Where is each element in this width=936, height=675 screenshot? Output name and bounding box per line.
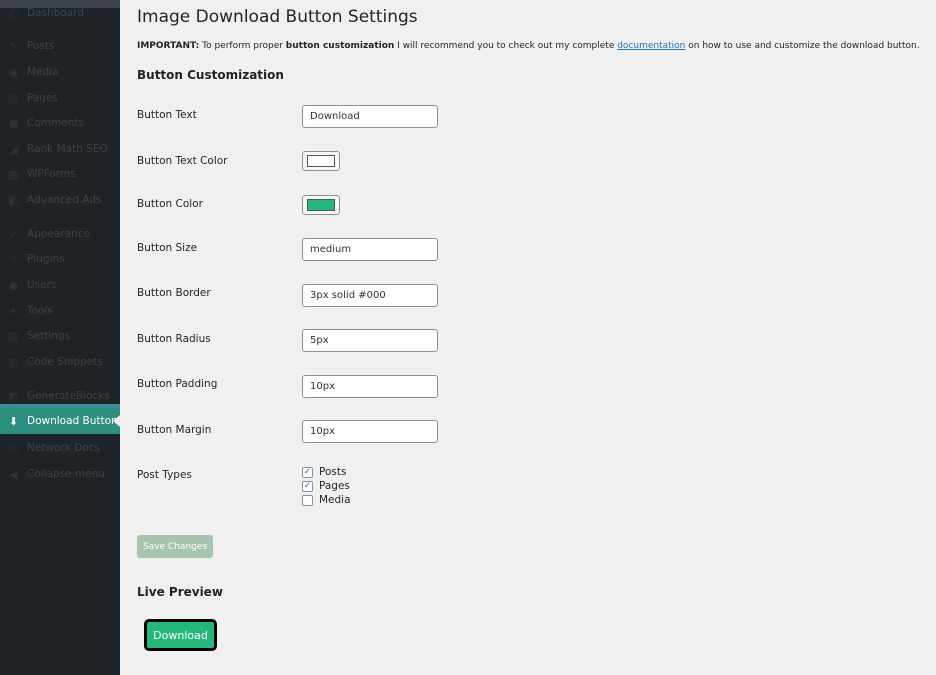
button-padding-input[interactable]: 10px	[302, 375, 438, 398]
sidebar-item-plugins[interactable]: ⚡ Plugins	[0, 246, 120, 272]
button-text-color-picker[interactable]	[302, 151, 340, 171]
text-color-swatch	[307, 155, 335, 167]
ads-icon: ◧	[8, 193, 19, 207]
button-border-input[interactable]: 3px solid #000	[302, 284, 438, 307]
label-button-radius: Button Radius	[137, 333, 211, 345]
sidebar-item-pages[interactable]: ▤ Pages	[0, 85, 120, 111]
sidebar-item-label: WPForms	[27, 168, 76, 180]
section-title-live-preview: Live Preview	[137, 585, 223, 599]
sidebar-item-label: GenerateBlocks	[27, 390, 110, 402]
sidebar-item-advanced-ads[interactable]: ◧ Advanced Ads	[0, 187, 120, 213]
pin-icon: ✎	[8, 39, 19, 53]
button-margin-input[interactable]: 10px	[302, 420, 438, 443]
settings-icon: ▥	[8, 329, 19, 343]
sidebar-item-label: Appearance	[27, 228, 91, 240]
plug-icon: ⚡	[9, 252, 18, 266]
sidebar-item-dashboard[interactable]: ◴ Dashboard	[0, 0, 120, 26]
download-icon: ⬇	[8, 414, 19, 428]
label-button-color: Button Color	[137, 198, 203, 210]
sidebar-item-tools[interactable]: ✦ Tools	[0, 298, 120, 324]
button-size-input[interactable]: medium	[302, 238, 438, 261]
sidebar-item-settings[interactable]: ▥ Settings	[0, 323, 120, 349]
save-changes-button[interactable]: Save Changes	[137, 535, 213, 558]
checkbox-media[interactable]	[302, 494, 313, 506]
sidebar-item-posts[interactable]: ✎ Posts	[0, 33, 120, 59]
sidebar-item-label: Download Button	[27, 415, 118, 427]
post-type-option[interactable]: Media	[302, 493, 351, 507]
button-color-picker[interactable]	[302, 195, 340, 215]
post-type-option[interactable]: ✓ Pages	[302, 479, 351, 493]
label-button-text-color: Button Text Color	[137, 155, 228, 167]
label-button-border: Button Border	[137, 287, 211, 299]
section-title-customization: Button Customization	[137, 68, 284, 82]
sidebar-item-users[interactable]: ● Users	[0, 272, 120, 298]
sidebar-item-wpforms[interactable]: ▦ WPForms	[0, 161, 120, 187]
users-icon: ●	[8, 278, 19, 292]
network-icon: ◎	[8, 441, 19, 455]
checkbox-label-pages: Pages	[319, 480, 350, 492]
label-button-text: Button Text	[137, 109, 197, 121]
active-menu-indicator	[0, 404, 120, 408]
button-radius-input[interactable]: 5px	[302, 329, 438, 352]
page-title: Image Download Button Settings	[137, 7, 418, 27]
sidebar-item-label: Dashboard	[27, 7, 84, 19]
sidebar-item-media[interactable]: ▣ Media	[0, 59, 120, 85]
sidebar-item-label: Posts	[27, 40, 55, 52]
sidebar-item-collapse-menu[interactable]: ◀ Collapse menu	[0, 461, 120, 487]
code-icon: ▨	[8, 355, 19, 369]
blocks-icon: ◩	[8, 389, 19, 403]
label-button-margin: Button Margin	[137, 424, 212, 436]
sidebar-item-label: Code Snippets	[27, 356, 103, 368]
sidebar-item-comments[interactable]: ◼ Comments	[0, 110, 120, 136]
checkbox-label-media: Media	[319, 494, 351, 506]
collapse-icon: ◀	[9, 467, 18, 481]
sidebar-item-label: Network Docs	[27, 442, 100, 454]
checkbox-label-posts: Posts	[319, 466, 347, 478]
sidebar-item-code-snippets[interactable]: ▨ Code Snippets	[0, 349, 120, 375]
sidebar-item-network-docs[interactable]: ◎ Network Docs	[0, 435, 120, 461]
sidebar-item-label: Settings	[27, 330, 71, 342]
checkbox-posts[interactable]: ✓	[302, 466, 313, 478]
sidebar-item-label: Advanced Ads	[27, 194, 102, 206]
button-text-input[interactable]: Download	[302, 105, 438, 128]
dashboard-icon: ◴	[8, 6, 19, 20]
media-icon: ▣	[8, 65, 19, 79]
label-button-size: Button Size	[137, 242, 198, 254]
forms-icon: ▦	[8, 167, 19, 181]
sidebar-item-label: Tools	[27, 305, 53, 317]
sidebar-item-label: Collapse menu	[27, 468, 105, 480]
sidebar-item-download-button[interactable]: ⬇ Download Button	[0, 408, 120, 434]
label-post-types: Post Types	[137, 469, 192, 481]
sidebar-item-rank-math-seo[interactable]: ◢ Rank Math SEO	[0, 136, 120, 162]
brush-icon: ✐	[8, 227, 19, 241]
pages-icon: ▤	[8, 91, 19, 105]
label-button-padding: Button Padding	[137, 378, 218, 390]
post-type-option[interactable]: ✓ Posts	[302, 465, 351, 479]
live-preview-download-button[interactable]: Download	[144, 619, 217, 651]
button-color-swatch	[307, 199, 335, 211]
documentation-link[interactable]: documentation	[617, 41, 685, 51]
sidebar-item-label: Users	[27, 279, 57, 291]
sidebar-item-appearance[interactable]: ✐ Appearance	[0, 221, 120, 247]
checkbox-pages[interactable]: ✓	[302, 480, 313, 492]
sidebar-item-label: Rank Math SEO	[27, 143, 108, 155]
sidebar-item-label: Pages	[27, 92, 58, 104]
sidebar-item-label: Plugins	[27, 253, 65, 265]
comments-icon: ◼	[8, 116, 19, 130]
notice-text: IMPORTANT: To perform proper button cust…	[137, 41, 920, 51]
chart-icon: ◢	[9, 142, 18, 156]
wrench-icon: ✦	[8, 304, 19, 318]
sidebar-item-label: Comments	[27, 117, 84, 129]
sidebar-item-label: Media	[27, 66, 59, 78]
post-types-group: ✓ Posts ✓ Pages Media	[302, 465, 351, 507]
admin-sidebar: ◴ Dashboard ✎ Posts ▣ Media ▤ Pages ◼ Comments ◢ Ra…	[0, 0, 120, 675]
